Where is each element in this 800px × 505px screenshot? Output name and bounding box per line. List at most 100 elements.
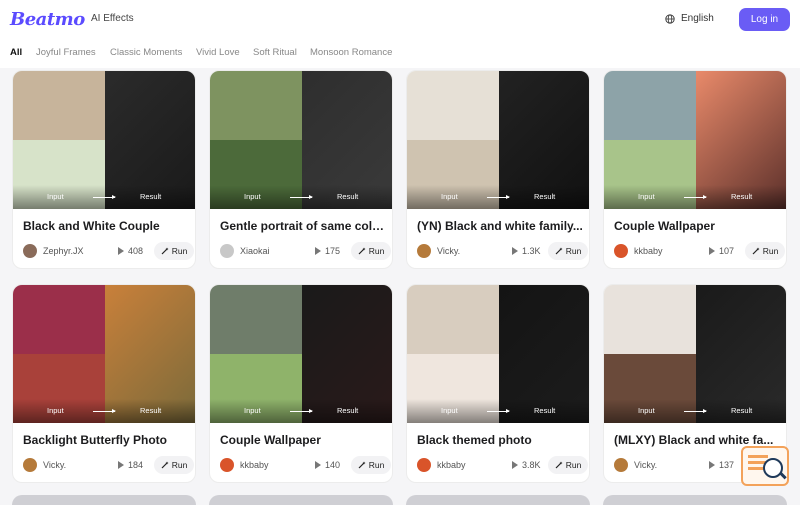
card-meta: Zephyr.JX 408 Run	[23, 242, 194, 260]
tab-soft-ritual[interactable]: Soft Ritual	[253, 47, 297, 58]
card-meta: Xiaokai 175 Run	[220, 242, 391, 260]
card-meta: kkbaby 3.8K Run	[417, 456, 588, 474]
avatar[interactable]	[614, 244, 628, 258]
card-title[interactable]: Gentle portrait of same colo...	[220, 219, 386, 233]
avatar[interactable]	[220, 244, 234, 258]
card-title[interactable]: Black themed photo	[417, 433, 583, 447]
play-count-value: 1.3K	[522, 246, 541, 256]
input-photo	[407, 285, 499, 354]
play-count: 1.3K	[512, 246, 541, 256]
tab-monsoon-romance[interactable]: Monsoon Romance	[310, 47, 392, 58]
login-button[interactable]: Log in	[739, 8, 790, 31]
avatar[interactable]	[417, 244, 431, 258]
tab-joyful-frames[interactable]: Joyful Frames	[36, 47, 96, 58]
play-count: 184	[118, 460, 143, 470]
play-count: 137	[709, 460, 734, 470]
author-name[interactable]: kkbaby	[240, 460, 269, 470]
effect-card[interactable]: Input Result Couple Wallpaper kkbaby 107…	[603, 70, 787, 269]
effect-card[interactable]: Input Result Couple Wallpaper kkbaby 140…	[209, 284, 393, 483]
card-thumbnail[interactable]: Input Result	[13, 71, 195, 209]
arrow-right-icon	[684, 409, 707, 413]
avatar[interactable]	[417, 458, 431, 472]
effect-card[interactable]: Input Result Black and White Couple Zeph…	[12, 70, 196, 269]
effect-card[interactable]: Input Result (YN) Black and white family…	[406, 70, 590, 269]
play-icon	[315, 247, 321, 255]
card-thumbnail[interactable]: Input Result	[407, 285, 589, 423]
input-label: Input	[244, 406, 261, 415]
feedback-lines-icon	[748, 455, 768, 458]
play-icon	[512, 461, 518, 469]
nav-ai-effects[interactable]: AI Effects	[91, 13, 134, 24]
card-title[interactable]: Backlight Butterfly Photo	[23, 433, 189, 447]
card-meta: Vicky. 184 Run	[23, 456, 194, 474]
card-title[interactable]: Couple Wallpaper	[614, 219, 780, 233]
card-thumbnail[interactable]: Input Result	[210, 71, 392, 209]
avatar[interactable]	[23, 244, 37, 258]
play-count-value: 408	[128, 246, 144, 256]
language-selector[interactable]: English	[665, 13, 714, 24]
result-label: Result	[337, 192, 359, 201]
author-name[interactable]: Xiaokai	[240, 246, 270, 256]
logo[interactable]: Beatmo	[10, 9, 85, 30]
card-thumbnail[interactable]: Input Result	[604, 71, 786, 209]
play-count-value: 107	[719, 246, 735, 256]
play-count: 107	[709, 246, 734, 256]
feedback-button[interactable]	[741, 446, 789, 486]
top-bar: Beatmo AI Effects English Log in	[0, 0, 800, 40]
result-label: Result	[731, 192, 753, 201]
run-button[interactable]: Run	[154, 242, 194, 260]
run-button[interactable]: Run	[548, 242, 588, 260]
result-label: Result	[337, 406, 359, 415]
play-count-value: 3.8K	[522, 460, 541, 470]
author-name[interactable]: Zephyr.JX	[43, 246, 84, 256]
card-title[interactable]: (YN) Black and white family...	[417, 219, 583, 233]
play-icon	[709, 461, 715, 469]
input-photo	[604, 285, 696, 354]
author-name[interactable]: Vicky.	[634, 460, 657, 470]
avatar[interactable]	[614, 458, 628, 472]
arrow-right-icon	[487, 409, 510, 413]
play-count: 140	[315, 460, 340, 470]
result-label: Result	[140, 192, 162, 201]
avatar[interactable]	[23, 458, 37, 472]
card-meta: Vicky. 1.3K Run	[417, 242, 588, 260]
run-wand-icon	[161, 247, 169, 255]
run-button[interactable]: Run	[548, 456, 588, 474]
avatar[interactable]	[220, 458, 234, 472]
play-count-value: 137	[719, 460, 735, 470]
result-label: Result	[731, 406, 753, 415]
author-name[interactable]: kkbaby	[634, 246, 663, 256]
card-thumbnail[interactable]: Input Result	[604, 285, 786, 423]
card-peek	[12, 495, 196, 505]
card-title[interactable]: Black and White Couple	[23, 219, 189, 233]
effect-card[interactable]: Input Result Gentle portrait of same col…	[209, 70, 393, 269]
author-name[interactable]: Vicky.	[437, 246, 460, 256]
card-thumbnail[interactable]: Input Result	[13, 285, 195, 423]
card-meta: kkbaby 140 Run	[220, 456, 391, 474]
play-count: 175	[315, 246, 340, 256]
run-wand-icon	[555, 461, 563, 469]
author-name[interactable]: Vicky.	[43, 460, 66, 470]
run-button[interactable]: Run	[154, 456, 194, 474]
input-photo	[13, 285, 105, 354]
arrow-right-icon	[93, 195, 116, 199]
run-label: Run	[762, 246, 779, 256]
card-thumbnail[interactable]: Input Result	[210, 285, 392, 423]
tab-all[interactable]: All	[10, 47, 22, 58]
run-button[interactable]: Run	[745, 242, 785, 260]
run-button[interactable]: Run	[351, 456, 391, 474]
tab-vivid-love[interactable]: Vivid Love	[196, 47, 240, 58]
card-title[interactable]: (MLXY) Black and white fa...	[614, 433, 780, 447]
play-icon	[709, 247, 715, 255]
run-label: Run	[565, 460, 582, 470]
effect-card[interactable]: Input Result Black themed photo kkbaby 3…	[406, 284, 590, 483]
card-thumbnail[interactable]: Input Result	[407, 71, 589, 209]
input-photo	[210, 71, 302, 140]
result-label: Result	[534, 192, 556, 201]
run-button[interactable]: Run	[351, 242, 391, 260]
author-name[interactable]: kkbaby	[437, 460, 466, 470]
effect-card[interactable]: Input Result Backlight Butterfly Photo V…	[12, 284, 196, 483]
tab-classic-moments[interactable]: Classic Moments	[110, 47, 182, 58]
card-title[interactable]: Couple Wallpaper	[220, 433, 386, 447]
result-label: Result	[534, 406, 556, 415]
